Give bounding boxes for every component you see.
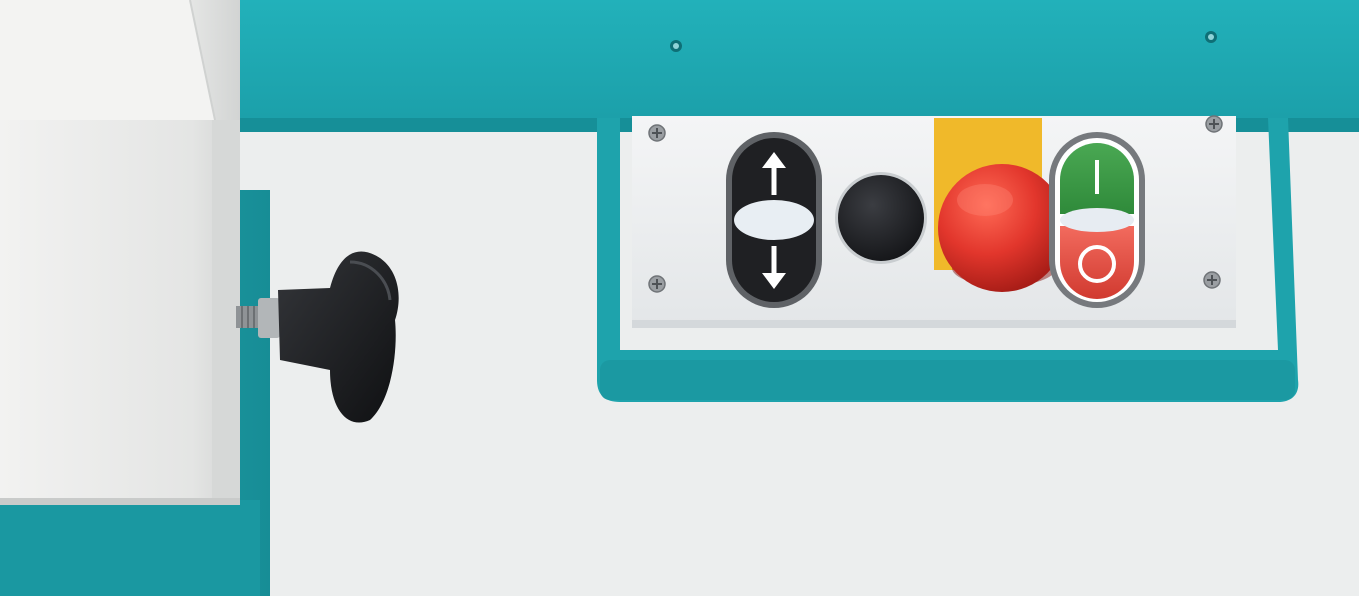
motor-housing <box>0 0 240 505</box>
machine-scene <box>0 0 1359 596</box>
emergency-stop-button[interactable] <box>938 164 1066 292</box>
black-button[interactable] <box>835 172 927 264</box>
start-stop-button[interactable] <box>1049 132 1145 308</box>
jog-button[interactable] <box>726 132 822 308</box>
machine-illustration <box>0 0 1359 596</box>
top-beam <box>190 0 1359 132</box>
